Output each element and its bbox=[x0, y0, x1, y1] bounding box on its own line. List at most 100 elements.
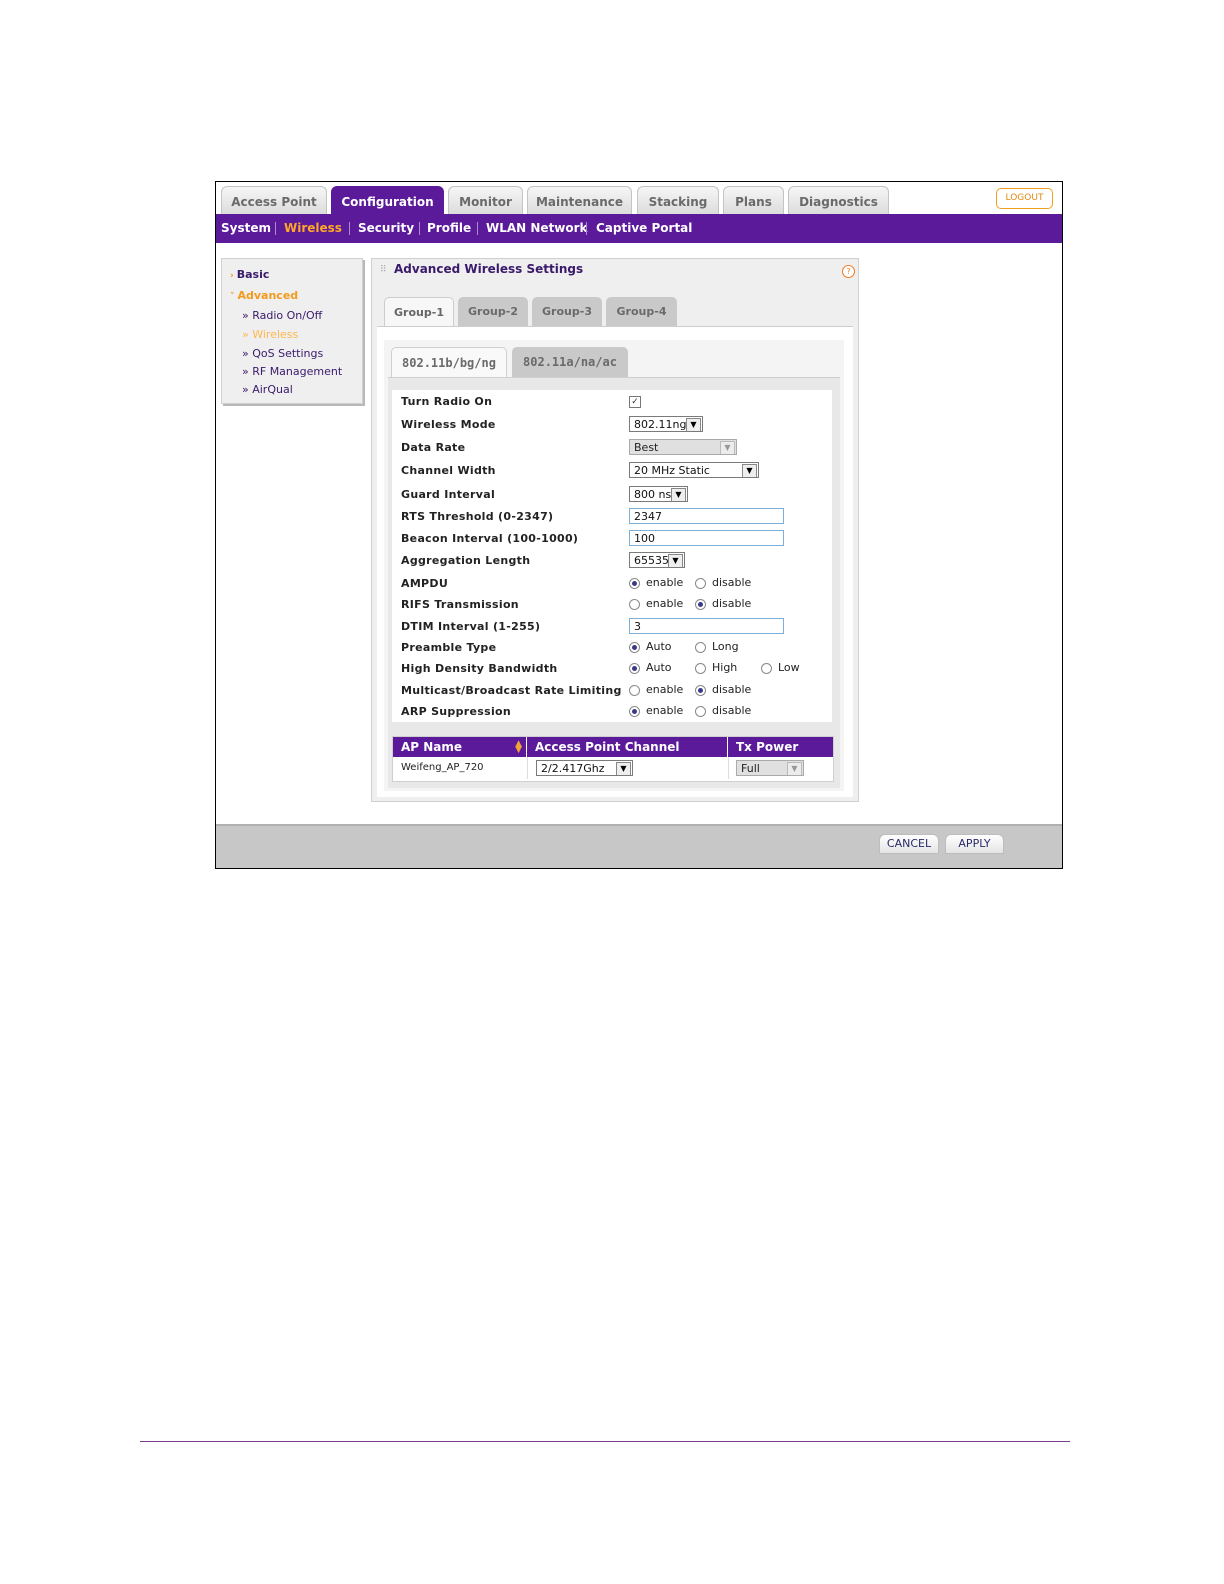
sidebar-basic-label: Basic bbox=[236, 268, 270, 281]
row-channel-width: Channel Width 20 MHz Static ▼ bbox=[392, 462, 832, 482]
row-preamble: Preamble Type Auto Long bbox=[392, 639, 832, 659]
beacon-interval-input[interactable]: 100 bbox=[629, 530, 784, 546]
tx-power-value: Full bbox=[741, 762, 760, 775]
ap-table-header-ap-name[interactable]: AP Name ▲ ▼ bbox=[393, 737, 527, 757]
row-wireless-mode: Wireless Mode 802.11ng ▼ bbox=[392, 416, 832, 436]
label-data-rate: Data Rate bbox=[401, 441, 466, 454]
sidebar-item-rf-management[interactable]: » RF Management bbox=[242, 365, 342, 378]
tab-plans[interactable]: Plans bbox=[723, 186, 784, 214]
high-density-high-radio[interactable] bbox=[695, 663, 706, 674]
tab-maintenance[interactable]: Maintenance bbox=[527, 186, 632, 214]
settings-form: Turn Radio On ✓ Wireless Mode 802.11ng ▼ … bbox=[392, 390, 832, 722]
sidebar-item-qos-settings[interactable]: » QoS Settings bbox=[242, 347, 323, 360]
sidebar-advanced-label: Advanced bbox=[237, 289, 299, 302]
subnav-profile[interactable]: Profile bbox=[427, 214, 471, 243]
ap-name-header-label: AP Name bbox=[401, 740, 463, 754]
rifs-enable-label: enable bbox=[646, 597, 684, 610]
arp-disable-radio[interactable] bbox=[695, 706, 706, 717]
rifs-disable-radio[interactable] bbox=[695, 599, 706, 610]
tab-monitor[interactable]: Monitor bbox=[448, 186, 523, 214]
high-density-low-radio[interactable] bbox=[761, 663, 772, 674]
advanced-wireless-panel: ⠿ Advanced Wireless Settings ? Group-1 G… bbox=[371, 258, 859, 802]
multicast-disable-radio[interactable] bbox=[695, 685, 706, 696]
ampdu-enable-label: enable bbox=[646, 576, 684, 589]
tab-access-point[interactable]: Access Point bbox=[221, 186, 327, 214]
chevron-down-icon: ▼ bbox=[671, 488, 686, 501]
label-arp: ARP Suppression bbox=[401, 705, 512, 718]
wireless-mode-value: 802.11ng bbox=[634, 418, 687, 431]
sidebar-basic[interactable]: › Basic bbox=[230, 268, 269, 281]
subnav-wlan-network[interactable]: WLAN Network bbox=[486, 214, 588, 243]
panel-title: Advanced Wireless Settings bbox=[394, 262, 584, 276]
label-rts-threshold: RTS Threshold (0-2347) bbox=[401, 510, 554, 523]
subnav-system[interactable]: System bbox=[221, 214, 271, 243]
guard-interval-select[interactable]: 800 ns ▼ bbox=[629, 486, 688, 502]
rts-threshold-input[interactable]: 2347 bbox=[629, 508, 784, 524]
label-high-density: High Density Bandwidth bbox=[401, 662, 558, 675]
preamble-auto-radio[interactable] bbox=[629, 642, 640, 653]
grip-icon: ⠿ bbox=[380, 265, 387, 275]
logout-button[interactable]: LOGOUT bbox=[996, 188, 1053, 209]
help-icon[interactable]: ? bbox=[842, 265, 855, 278]
subnav-security[interactable]: Security bbox=[358, 214, 414, 243]
chevron-down-icon: ▼ bbox=[742, 464, 757, 477]
chevron-down-icon: ▼ bbox=[668, 554, 683, 567]
tab-group-3[interactable]: Group-3 bbox=[532, 297, 602, 326]
rifs-enable-radio[interactable] bbox=[629, 599, 640, 610]
sidebar-item-airqual[interactable]: » AirQual bbox=[242, 383, 293, 396]
ap-channel-value: 2/2.417Ghz bbox=[541, 762, 605, 775]
sidebar-item-radio-on-off[interactable]: » Radio On/Off bbox=[242, 309, 322, 322]
label-multicast: Multicast/Broadcast Rate Limiting bbox=[401, 684, 622, 697]
ap-channel-select[interactable]: 2/2.417Ghz ▼ bbox=[536, 760, 633, 776]
row-multicast: Multicast/Broadcast Rate Limiting enable… bbox=[392, 682, 832, 702]
chevron-down-icon: ˅ bbox=[230, 292, 235, 302]
arp-disable-label: disable bbox=[712, 704, 752, 717]
wireless-mode-select[interactable]: 802.11ng ▼ bbox=[629, 416, 703, 432]
sort-icon: ▲ ▼ bbox=[515, 739, 522, 755]
row-ampdu: AMPDU enable disable bbox=[392, 575, 832, 595]
tab-stacking[interactable]: Stacking bbox=[637, 186, 719, 214]
multicast-disable-label: disable bbox=[712, 683, 752, 696]
aggregation-length-select[interactable]: 65535 ▼ bbox=[629, 552, 685, 568]
label-preamble: Preamble Type bbox=[401, 641, 497, 654]
sidebar-item-wireless[interactable]: » Wireless bbox=[242, 328, 298, 341]
ap-table-header-tx-power: Tx Power bbox=[728, 737, 833, 757]
label-aggregation-length: Aggregation Length bbox=[401, 554, 531, 567]
sidebar: › Basic ˅ Advanced » Radio On/Off » Wirele… bbox=[221, 258, 363, 404]
channel-width-select[interactable]: 20 MHz Static ▼ bbox=[629, 462, 759, 478]
tab-diagnostics[interactable]: Diagnostics bbox=[788, 186, 889, 214]
label-channel-width: Channel Width bbox=[401, 464, 496, 477]
tab-group-1[interactable]: Group-1 bbox=[384, 297, 454, 326]
tab-band-bgn[interactable]: 802.11b/bg/ng bbox=[391, 347, 507, 377]
row-turn-radio-on: Turn Radio On ✓ bbox=[392, 393, 832, 413]
sub-navigation: System Wireless Security Profile WLAN Ne… bbox=[216, 214, 1062, 243]
ampdu-disable-radio[interactable] bbox=[695, 578, 706, 589]
tx-power-select[interactable]: Full ▼ bbox=[736, 760, 804, 776]
subnav-captive-portal[interactable]: Captive Portal bbox=[596, 214, 692, 243]
apply-button[interactable]: APPLY bbox=[945, 834, 1004, 854]
multicast-enable-radio[interactable] bbox=[629, 685, 640, 696]
label-rifs: RIFS Transmission bbox=[401, 598, 519, 611]
ap-table-header-channel: Access Point Channel bbox=[527, 737, 728, 757]
high-density-auto-radio[interactable] bbox=[629, 663, 640, 674]
subnav-wireless[interactable]: Wireless bbox=[284, 214, 342, 243]
tx-power-cell: Full ▼ bbox=[728, 757, 833, 779]
tab-group-4[interactable]: Group-4 bbox=[606, 297, 677, 326]
turn-radio-on-checkbox[interactable]: ✓ bbox=[629, 396, 641, 408]
band-body: Turn Radio On ✓ Wireless Mode 802.11ng ▼ … bbox=[388, 377, 840, 788]
dtim-interval-input[interactable]: 3 bbox=[629, 618, 784, 634]
cancel-button[interactable]: CANCEL bbox=[879, 834, 939, 854]
row-data-rate: Data Rate Best ▼ bbox=[392, 439, 832, 459]
data-rate-select[interactable]: Best ▼ bbox=[629, 439, 737, 455]
guard-interval-value: 800 ns bbox=[634, 488, 672, 501]
subnav-divider bbox=[275, 222, 276, 235]
tab-band-anac[interactable]: 802.11a/na/ac bbox=[512, 347, 628, 377]
label-beacon-interval: Beacon Interval (100-1000) bbox=[401, 532, 579, 545]
tab-configuration[interactable]: Configuration bbox=[331, 186, 444, 214]
ampdu-enable-radio[interactable] bbox=[629, 578, 640, 589]
row-rts-threshold: RTS Threshold (0-2347) 2347 bbox=[392, 508, 832, 528]
tab-group-2[interactable]: Group-2 bbox=[458, 297, 528, 326]
preamble-long-radio[interactable] bbox=[695, 642, 706, 653]
arp-enable-radio[interactable] bbox=[629, 706, 640, 717]
sidebar-advanced[interactable]: ˅ Advanced bbox=[230, 289, 298, 302]
